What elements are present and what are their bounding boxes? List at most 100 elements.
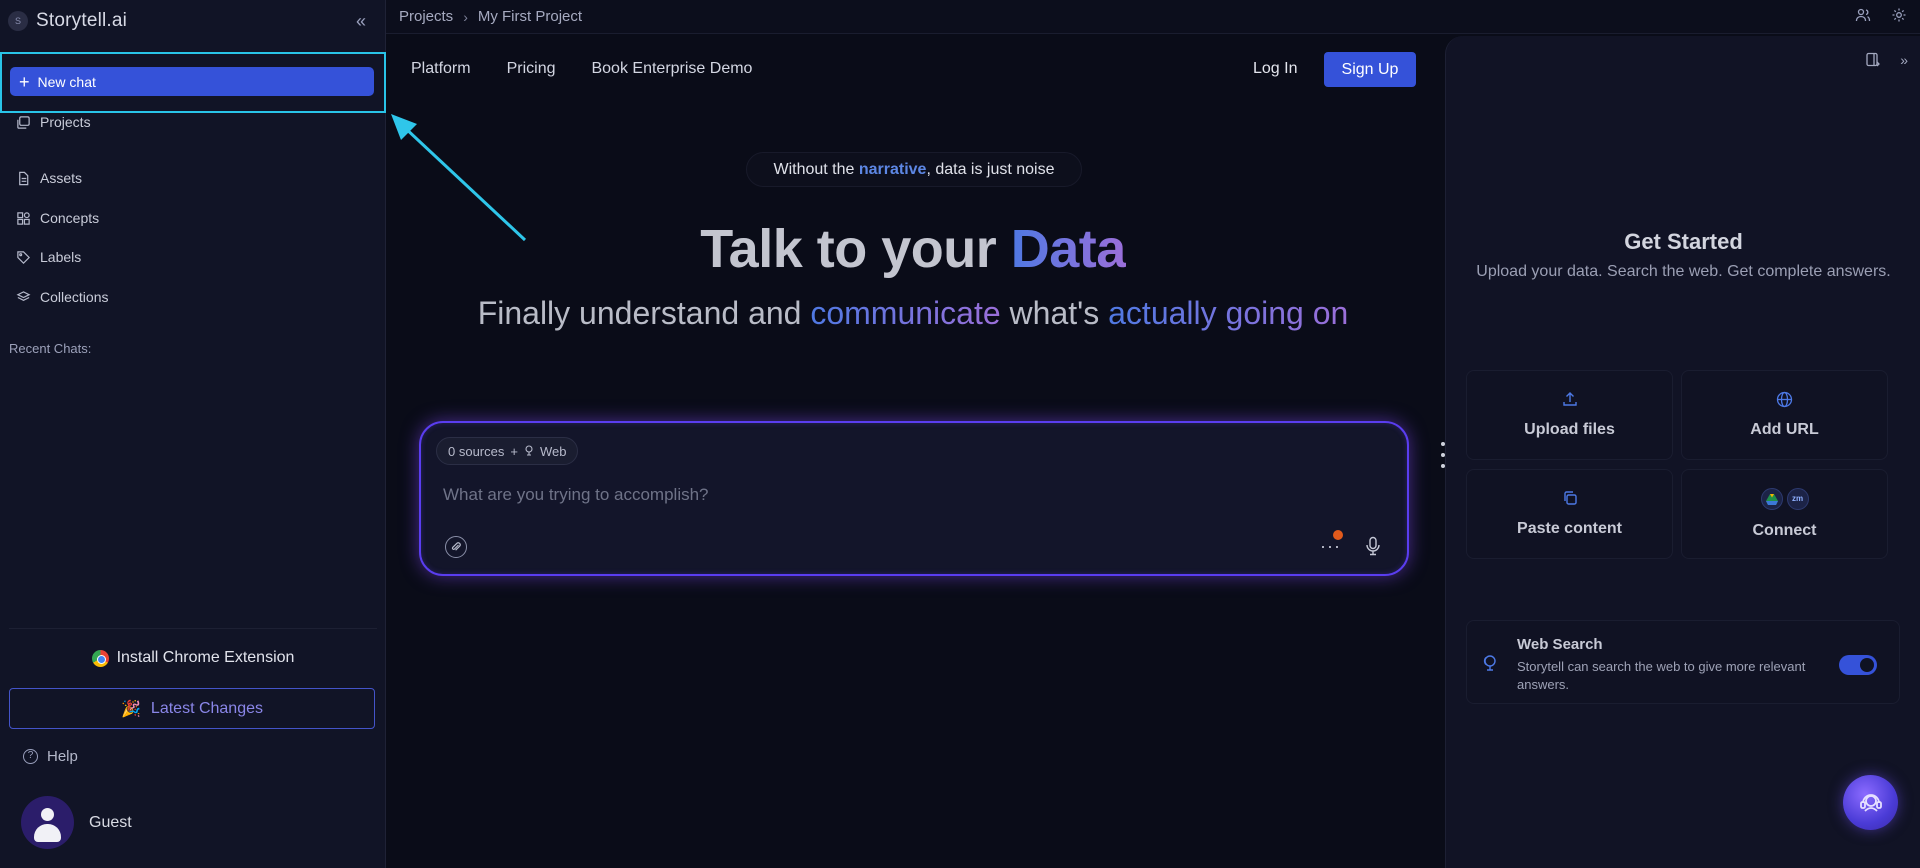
- avatar-body: [34, 824, 61, 842]
- user-name: Guest: [89, 813, 132, 831]
- new-chat-button[interactable]: + New chat: [10, 67, 374, 96]
- hero-subtitle-highlight-2: actually going on: [1108, 295, 1349, 331]
- connect-label: Connect: [1752, 522, 1817, 539]
- sidebar-item-labels[interactable]: Labels: [16, 249, 81, 265]
- nav-book-demo[interactable]: Book Enterprise Demo: [591, 60, 752, 78]
- login-link[interactable]: Log In: [1253, 60, 1297, 78]
- connect-card[interactable]: zm Connect: [1681, 469, 1888, 559]
- sidebar-item-label: Projects: [40, 114, 91, 130]
- web-search-toggle[interactable]: [1839, 655, 1877, 675]
- nav-pricing[interactable]: Pricing: [507, 60, 556, 78]
- tagline-pill: Without the narrative , data is just noi…: [746, 152, 1082, 187]
- web-search-description: Storytell can search the web to give mor…: [1517, 659, 1806, 692]
- hero-subtitle-part2: what's: [1000, 295, 1109, 331]
- tagline-highlight: narrative: [858, 160, 927, 178]
- grid-icon: [17, 211, 30, 225]
- collapse-panel-icon[interactable]: »: [1900, 52, 1908, 70]
- tag-icon: [17, 250, 30, 264]
- notification-dot: [1333, 530, 1343, 540]
- gear-icon[interactable]: [1890, 7, 1908, 25]
- connect-integrations: zm: [1760, 488, 1809, 510]
- paperclip-icon[interactable]: [445, 536, 467, 558]
- question-circle-icon: ?: [23, 749, 38, 764]
- support-chat-button[interactable]: [1843, 775, 1898, 830]
- top-bar: Projects › My First Project: [386, 0, 1920, 34]
- app-root: S Storytell.ai « + New chat Projects Ass…: [0, 0, 1920, 868]
- breadcrumb: Projects › My First Project: [399, 8, 582, 25]
- chrome-icon: [91, 649, 109, 667]
- sidebar-item-projects[interactable]: Projects: [16, 114, 91, 130]
- get-started-subtitle: Upload your data. Search the web. Get co…: [1476, 263, 1891, 280]
- sidebar-item-label: Assets: [40, 170, 83, 186]
- brand[interactable]: S Storytell.ai: [8, 10, 127, 32]
- document-icon: [19, 171, 29, 185]
- chat-composer: 0 sources + Web ···: [419, 421, 1409, 576]
- sidebar-item-collections[interactable]: Collections: [16, 289, 108, 305]
- avatar-head: [41, 808, 54, 821]
- latest-changes-button[interactable]: 🎉 Latest Changes: [9, 688, 375, 729]
- add-url-label: Add URL: [1750, 421, 1819, 438]
- layers-icon: [16, 290, 31, 301]
- chrome-extension-label: Install Chrome Extension: [116, 649, 295, 666]
- panel-toggle-icon[interactable]: [1866, 52, 1881, 70]
- brand-name: Storytell.ai: [36, 10, 128, 31]
- sidebar-item-label: Collections: [40, 289, 109, 305]
- main-nav: Platform Pricing Book Enterprise Demo: [411, 60, 752, 78]
- brand-logo-icon: S: [8, 11, 28, 31]
- chevron-right-icon: ›: [463, 8, 468, 25]
- upload-icon: [1561, 391, 1579, 409]
- sidebar-item-concepts[interactable]: Concepts: [16, 210, 99, 226]
- sources-count: 0 sources: [448, 443, 505, 459]
- microphone-icon[interactable]: [1365, 536, 1383, 556]
- plus-icon: +: [19, 71, 30, 92]
- nav-platform[interactable]: Platform: [411, 60, 471, 78]
- users-icon[interactable]: [1854, 7, 1872, 25]
- top-icons: [1854, 7, 1908, 25]
- chat-input[interactable]: [443, 485, 1343, 505]
- headset-icon: [1859, 793, 1882, 812]
- web-search-small-icon: [524, 444, 534, 459]
- help-link[interactable]: ? Help: [23, 748, 78, 765]
- globe-icon: [1776, 391, 1794, 409]
- sources-web: Web: [539, 443, 567, 459]
- add-url-card[interactable]: Add URL: [1681, 370, 1888, 460]
- sources-plus: +: [510, 443, 518, 459]
- panel-icons: »: [1866, 52, 1908, 70]
- sidebar-item-assets[interactable]: Assets: [16, 170, 82, 186]
- recent-chats-heading: Recent Chats:: [9, 341, 92, 356]
- tagline-prefix: Without the: [773, 160, 859, 178]
- get-started-panel: » Get Started Upload your data. Search t…: [1445, 36, 1920, 868]
- hero-subtitle: Finally understand and communicate what'…: [386, 295, 1440, 332]
- party-popper-icon: 🎉: [121, 700, 141, 718]
- web-search-title: Web Search: [1517, 636, 1603, 653]
- signup-button[interactable]: Sign Up: [1324, 52, 1416, 87]
- upload-files-card[interactable]: Upload files: [1466, 370, 1673, 460]
- help-label: Help: [47, 748, 78, 765]
- avatar: [21, 796, 74, 849]
- sources-chip[interactable]: 0 sources + Web: [436, 437, 579, 465]
- user-profile[interactable]: Guest: [21, 796, 132, 849]
- install-chrome-extension-button[interactable]: Install Chrome Extension: [9, 640, 377, 676]
- latest-changes-label: Latest Changes: [150, 699, 263, 717]
- paste-content-card[interactable]: Paste content: [1466, 469, 1673, 559]
- breadcrumb-projects[interactable]: Projects: [399, 8, 453, 25]
- zoom-icon: zm: [1786, 488, 1809, 510]
- collapse-sidebar-icon[interactable]: «: [350, 10, 372, 32]
- hero-subtitle-part1: Finally understand and: [477, 295, 811, 331]
- sidebar: S Storytell.ai « + New chat Projects Ass…: [0, 0, 386, 868]
- hero-subtitle-highlight-1: communicate: [810, 295, 1001, 331]
- tagline-suffix: , data is just noise: [926, 160, 1055, 178]
- sidebar-item-label: Concepts: [40, 210, 100, 226]
- web-search-setting: Web Search Storytell can search the web …: [1466, 620, 1900, 704]
- google-drive-icon: [1760, 488, 1783, 510]
- hero-title: Talk to your Data: [386, 218, 1440, 280]
- get-started-title: Get Started: [1624, 229, 1743, 254]
- copy-icon: [1561, 490, 1579, 508]
- more-options-icon[interactable]: ···: [1320, 530, 1343, 557]
- paste-content-label: Paste content: [1517, 520, 1622, 537]
- hero-title-highlight: Data: [1010, 219, 1127, 279]
- hero-title-prefix: Talk to your: [700, 219, 1011, 279]
- sidebar-divider: [9, 628, 377, 629]
- breadcrumb-current[interactable]: My First Project: [478, 8, 582, 25]
- sidebar-item-label: Labels: [40, 249, 82, 265]
